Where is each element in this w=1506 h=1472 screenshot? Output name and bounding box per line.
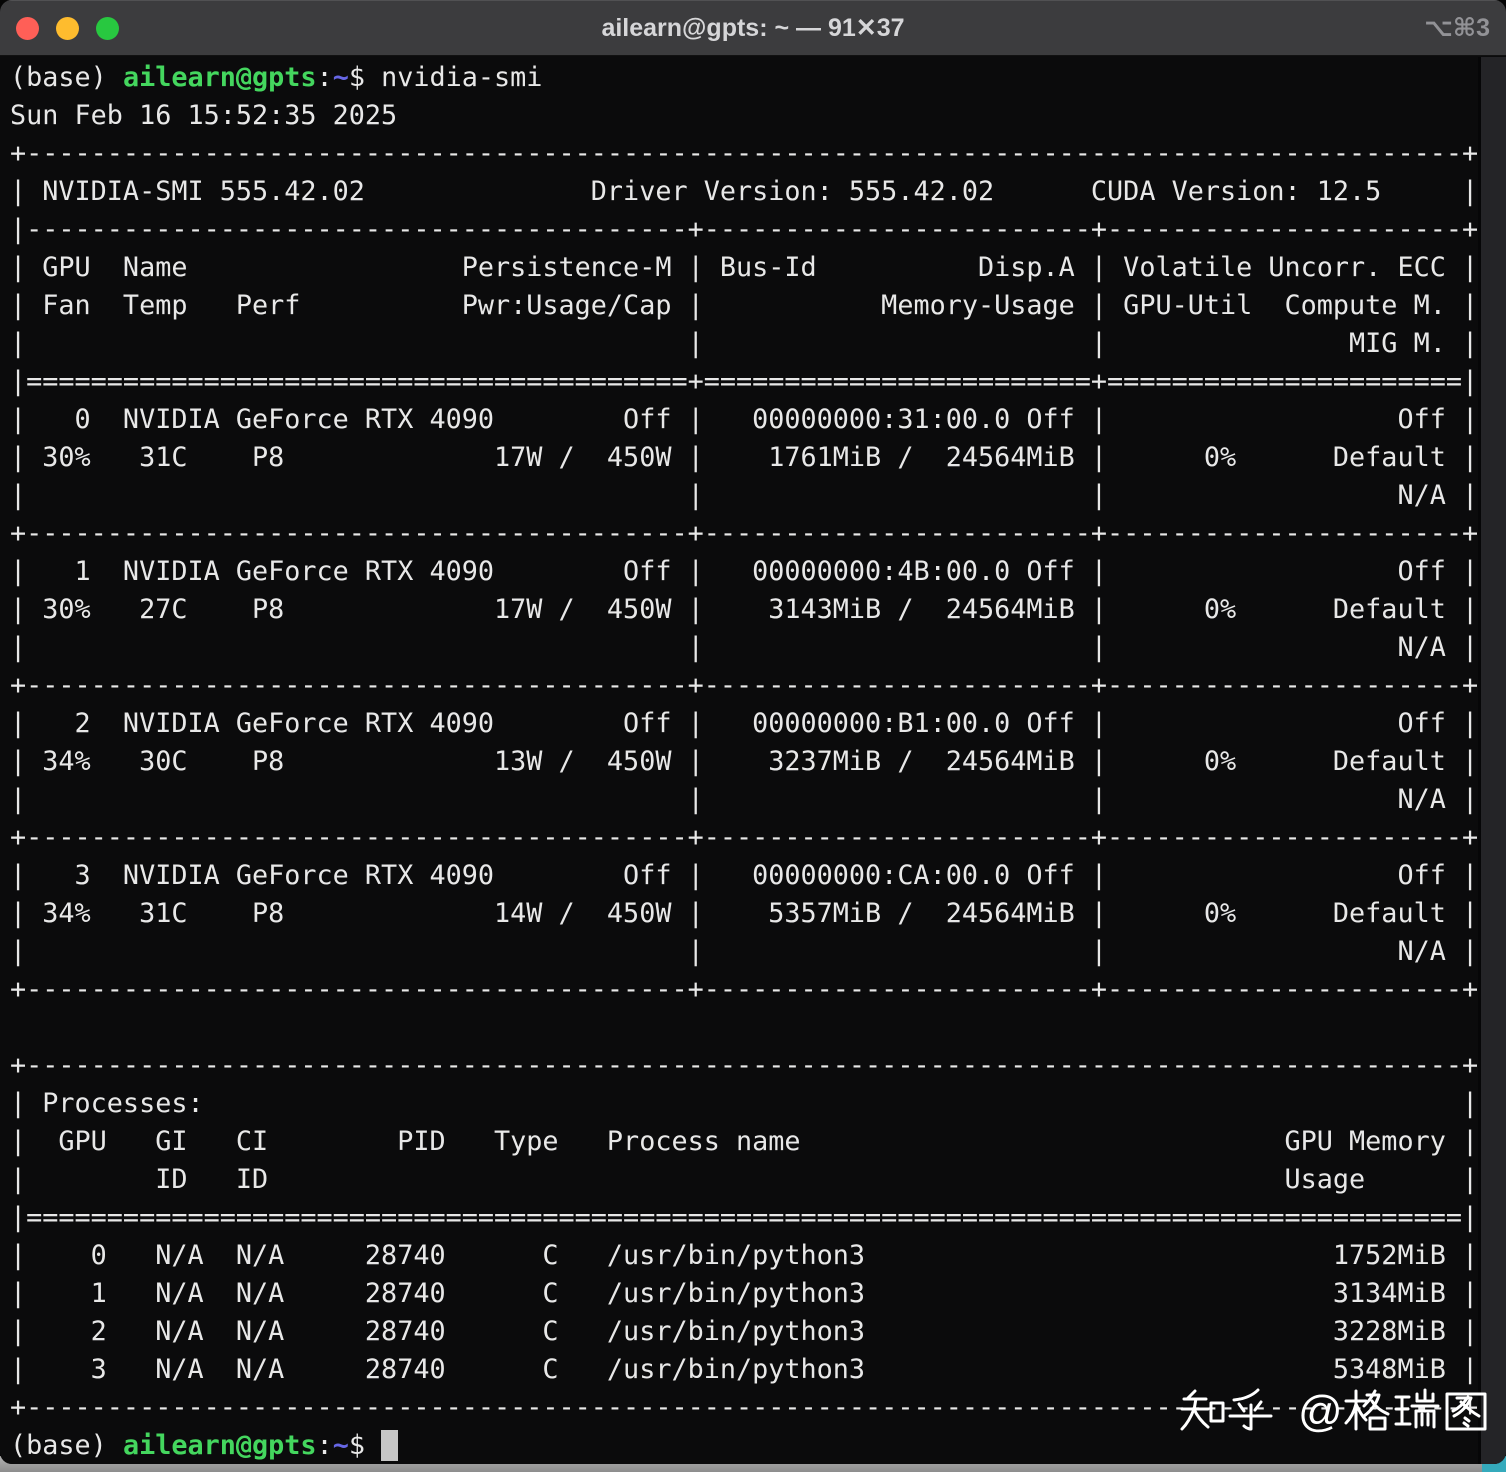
prompt-userhost: ailearn@gpts [122, 1430, 317, 1461]
traffic-lights [16, 17, 119, 40]
prompt-cwd: ~ [332, 1430, 349, 1461]
prompt-cwd: ~ [332, 62, 349, 93]
prompt-symbol: $ [348, 62, 382, 93]
prompt-venv: (base) [10, 1430, 123, 1461]
command-text: nvidia-smi [381, 62, 543, 93]
terminal-window: ailearn@gpts: ~ — 91✕37 ⌥⌘3 (base) ailea… [0, 0, 1506, 1464]
prompt-userhost: ailearn@gpts [122, 62, 317, 93]
watermark-at-sign: @ [1298, 1387, 1343, 1436]
window-title: ailearn@gpts: ~ — 91✕37 [601, 14, 905, 42]
terminal-output: (base) ailearn@gpts:~$ nvidia-smi Sun Fe… [0, 57, 1478, 1464]
watermark-char-tu [1445, 1392, 1487, 1431]
watermark-char-hu [1228, 1388, 1273, 1431]
desktop-background: ailearn@gpts: ~ — 91✕37 ⌥⌘3 (base) ailea… [0, 0, 1506, 1472]
watermark-zhihu: @ [1180, 1387, 1487, 1436]
prompt-symbol: $ [348, 1430, 382, 1461]
prompt-separator: : [316, 62, 333, 93]
terminal-cursor [381, 1430, 399, 1461]
watermark-char-ge [1344, 1389, 1390, 1431]
nvidia-smi-output: +---------------------------------------… [10, 138, 1479, 1423]
zoom-button[interactable] [96, 17, 119, 40]
window-shortcut-badge: ⌥⌘3 [1424, 14, 1490, 42]
prompt-venv: (base) [10, 62, 123, 93]
scrollbar-track[interactable] [1478, 57, 1506, 1464]
prompt-separator: : [316, 1430, 333, 1461]
datetime-text: Sun Feb 16 15:52:35 2025 [10, 100, 398, 131]
titlebar[interactable]: ailearn@gpts: ~ — 91✕37 ⌥⌘3 [0, 0, 1506, 56]
watermark-char-zhi [1180, 1389, 1225, 1431]
minimize-button[interactable] [56, 17, 79, 40]
watermark-char-rui [1394, 1388, 1440, 1429]
close-button[interactable] [16, 17, 39, 40]
terminal-content[interactable]: (base) ailearn@gpts:~$ nvidia-smi Sun Fe… [0, 57, 1506, 1464]
